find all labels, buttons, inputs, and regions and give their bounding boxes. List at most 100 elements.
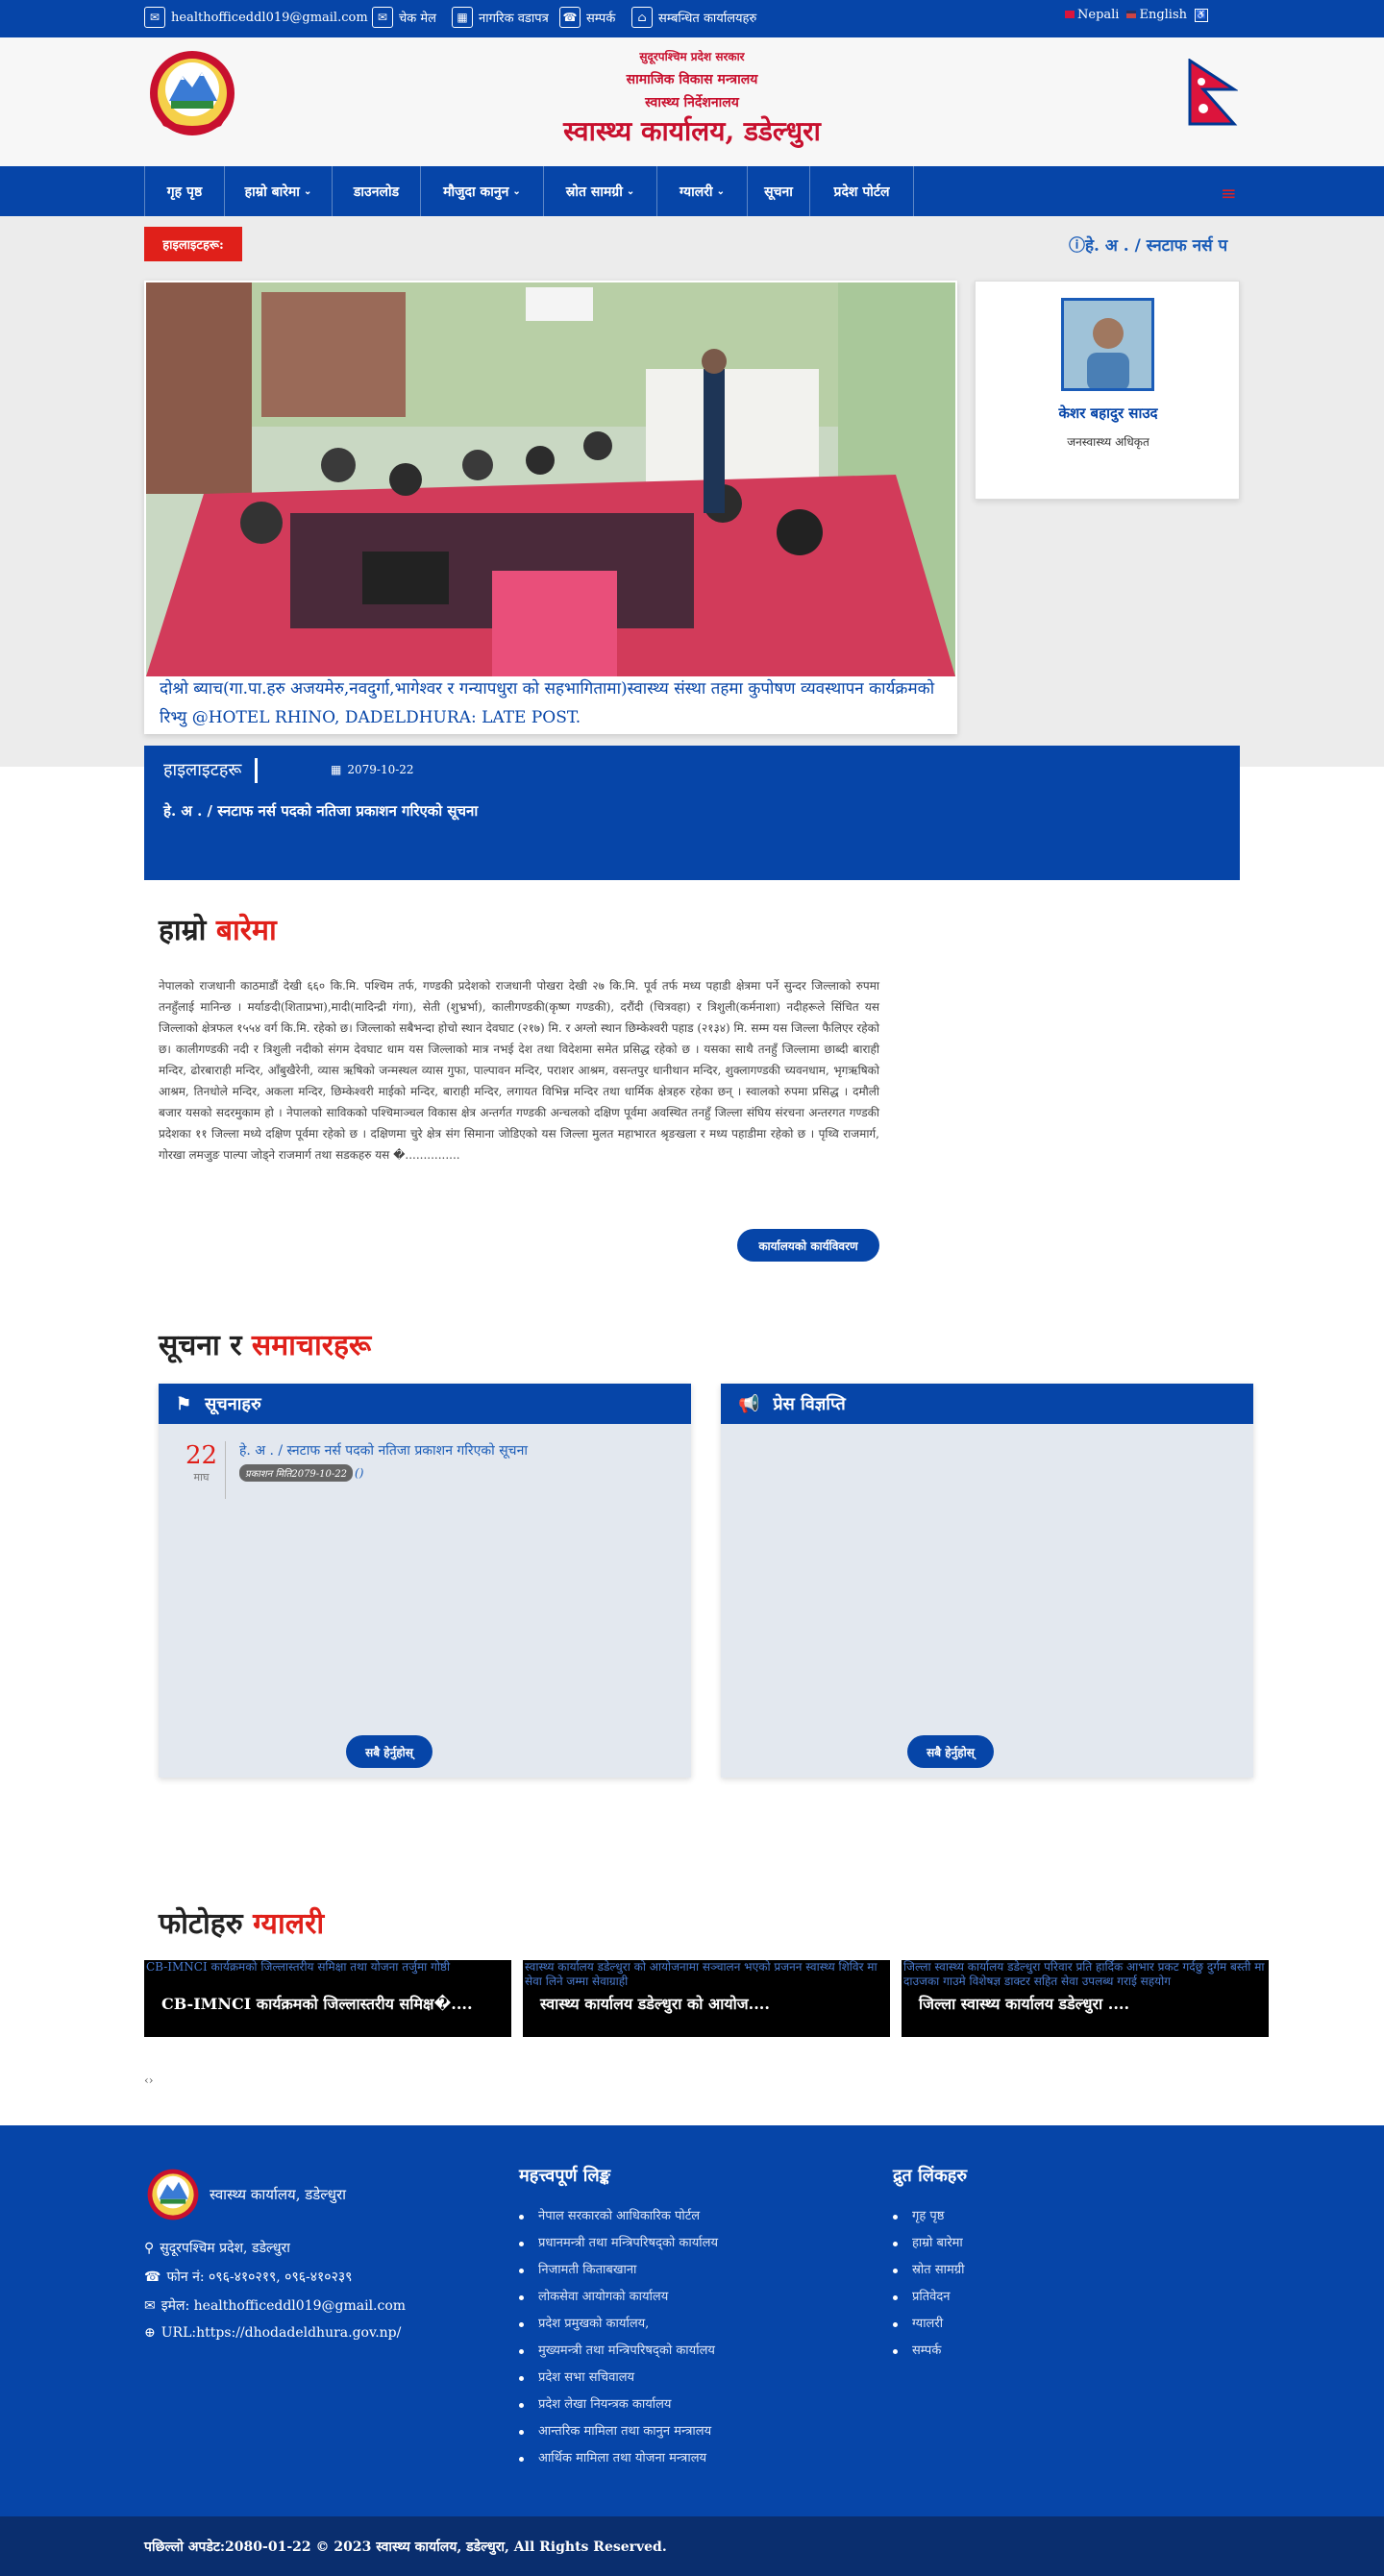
gallery-card[interactable]: जिल्ला स्वास्थ्य कार्यालय डडेल्धुरा परिव… — [902, 1960, 1269, 2037]
envelope-icon: ✉ — [144, 2297, 156, 2314]
footer-email[interactable]: ✉ इमेल: healthofficeddl019@gmail.com — [144, 2296, 406, 2315]
gallery-pager-arrows[interactable]: ‹› — [144, 2073, 154, 2087]
footer-url[interactable]: ⊕ URL:https://dhodadeldhura.gov.np/ — [144, 2325, 401, 2341]
notices-panel: ⚑ सूचनाहरु 22 माघ हे. अ . / स्नटाफ नर्स प… — [159, 1384, 691, 1778]
government-emblem-logo[interactable] — [144, 47, 240, 139]
footer-quick-link[interactable]: ग्यालरी — [893, 2311, 964, 2338]
office-activities-button[interactable]: कार्यालयको कार्यविवरण — [737, 1229, 879, 1262]
gallery-card[interactable]: CB-IMNCI कार्यक्रमको जिल्लास्तरीय समिक्ष… — [144, 1960, 511, 2037]
nav-item-home[interactable]: गृह पृष्ठ — [144, 166, 225, 216]
lang-nepali[interactable]: Nepali — [1065, 8, 1119, 22]
footer-quick-links-title: द्रुत लिंकहरु — [893, 2166, 968, 2186]
footer-address: ⚲ सुदूरपश्चिम प्रदेश, डडेल्धुरा — [144, 2240, 290, 2257]
footer-link[interactable]: लोकसेवा आयोगको कार्यालय — [519, 2284, 718, 2311]
news-section-title: सूचना र समाचारहरू — [159, 1329, 372, 1362]
home-icon: ⌂ — [631, 7, 653, 28]
gallery-caption: स्वास्थ्य कार्यालय डडेल्धुरा को आयोज.... — [540, 1995, 770, 2013]
gallery-card[interactable]: स्वास्थ्य कार्यालय डडेल्धुरा को आयोजनामा… — [523, 1960, 890, 2037]
footer-link[interactable]: प्रधानमन्त्री तथा मन्त्रिपरिषद्को कार्या… — [519, 2230, 718, 2257]
footer-link[interactable]: आर्थिक मामिला तथा योजना मन्त्रालय — [519, 2445, 718, 2472]
accessibility-icon[interactable]: ♿ — [1195, 8, 1209, 22]
highlights-tag: हाइलाइटहरू: — [144, 227, 242, 261]
site-header: सुदूरपश्चिम प्रदेश सरकार सामाजिक विकास म… — [0, 37, 1384, 166]
footer-phone: ☎ फोन नं: ०९६-४१०२१९, ०९६-४१०२३९ — [144, 2269, 353, 2286]
flag-icon: ⚑ — [176, 1393, 192, 1414]
megaphone-icon: 📢 — [738, 1393, 760, 1414]
footer-quick-link[interactable]: स्रोत सामग्री — [893, 2257, 964, 2284]
highlight-box: हाइलाइटहरू ▦ 2079-10-22 हे. अ . / स्नटाफ … — [144, 746, 1240, 880]
highlights-ticker[interactable]: ⓘहे. अ . / स्नटाफ नर्स प — [1069, 232, 1240, 256]
footer-link[interactable]: आन्तरिक मामिला तथा कानुन मन्त्रालय — [519, 2418, 718, 2445]
slider-caption[interactable]: दोश्रो ब्याच(गा.पा.हरु अजयमेरु,नवदुर्गा,… — [160, 675, 948, 732]
officer-name: केशर बहादुर साउद — [1058, 405, 1158, 422]
footer-link[interactable]: निजामती किताबखाना — [519, 2257, 718, 2284]
topbar-email[interactable]: ✉ healthofficeddl019@gmail.com — [144, 5, 368, 30]
calendar-icon: ▦ — [452, 7, 473, 28]
topbar-contact[interactable]: ☎ सम्पर्क — [559, 5, 615, 30]
officer-role: जनस्वास्थ्य अधिकृत — [1067, 435, 1149, 449]
broken-image-alt: जिल्ला स्वास्थ्य कार्यालय डडेल्धुरा परिव… — [903, 1960, 1265, 1988]
footer-quick-link[interactable]: गृह पृष्ठ — [893, 2203, 964, 2230]
about-section-title: हाम्रो बारेमा — [159, 914, 277, 947]
nav-item-gallery[interactable]: ग्यालरी ⌄ — [657, 166, 748, 216]
menu-hamburger-icon[interactable]: ≡ — [1221, 182, 1237, 205]
press-release-panel: 📢 प्रेस विज्ञप्ति सबै हेर्नुहोस् — [721, 1384, 1253, 1778]
footer-link[interactable]: प्रदेश प्रमुखको कार्यालय, — [519, 2311, 718, 2338]
nav-item-laws[interactable]: मौजुदा कानुन ⌄ — [421, 166, 544, 216]
topbar-related-offices[interactable]: ⌂ सम्बन्धित कार्यालयहरु — [631, 5, 756, 30]
footer-org-name: स्वास्थ्य कार्यालय, डडेल्धुरा — [210, 2186, 347, 2203]
publish-date-badge: प्रकाशन मिति2079-10-22 — [239, 1464, 354, 1482]
footer-link[interactable]: मुख्यमन्त्री तथा मन्त्रिपरिषद्को कार्याल… — [519, 2338, 718, 2365]
notices-view-all-button[interactable]: सबै हेर्नुहोस् — [346, 1735, 432, 1768]
chevron-down-icon: ⌄ — [512, 185, 521, 197]
notices-panel-header: ⚑ सूचनाहरु — [159, 1384, 691, 1424]
header-site-title: स्वास्थ्य कार्यालय, डडेल्धुरा — [563, 115, 821, 147]
image-slider[interactable]: दोश्रो ब्याच(गा.पा.हरु अजयमेरु,नवदुर्गा,… — [144, 281, 957, 734]
nav-item-about[interactable]: हाम्रो बारेमा ⌄ — [225, 166, 333, 216]
footer-important-links: नेपाल सरकारको आधिकारिक पोर्टल प्रधानमन्त… — [519, 2203, 718, 2472]
topbar-check-mail[interactable]: ✉ चेक मेल — [372, 5, 436, 30]
lang-english[interactable]: English — [1126, 8, 1187, 22]
main-navigation: गृह पृष्ठ हाम्रो बारेमा ⌄ डाउनलोड मौजुदा … — [0, 166, 1384, 216]
chevron-down-icon: ⌄ — [716, 185, 725, 197]
language-switcher: Nepali English ♿ — [1065, 8, 1209, 22]
footer-quick-link[interactable]: सम्पर्क — [893, 2338, 964, 2365]
gallery-section-title: फोटोहरु ग्यालरी — [159, 1907, 325, 1941]
officer-avatar — [1061, 298, 1154, 391]
footer-link[interactable]: प्रदेश लेखा नियन्त्रक कार्यालय — [519, 2392, 718, 2418]
nav-item-download[interactable]: डाउनलोड — [333, 166, 421, 216]
topbar-citizen-charter[interactable]: ▦ नागरिक वडापत्र — [452, 5, 549, 30]
chevron-down-icon: ⌄ — [626, 185, 635, 197]
broken-image-alt: CB-IMNCI कार्यक्रमको जिल्लास्तरीय समिक्ष… — [146, 1960, 451, 1974]
highlight-box-link[interactable]: हे. अ . / स्नटाफ नर्स पदको नतिजा प्रकाशन… — [163, 801, 478, 821]
calendar-icon: ▦ — [331, 763, 342, 776]
header-line-province: सुदूरपश्चिम प्रदेश सरकार — [639, 50, 745, 63]
notice-title-link[interactable]: हे. अ . / स्नटाफ नर्स पदको नतिजा प्रकाशन… — [239, 1441, 528, 1460]
phone-icon: ☎ — [144, 2269, 161, 2285]
nav-item-resources[interactable]: स्रोत सामग्री ⌄ — [544, 166, 657, 216]
nepal-flag-icon — [1065, 11, 1075, 18]
top-bar: ✉ healthofficeddl019@gmail.com ✉ चेक मेल… — [0, 0, 1384, 37]
footer-link[interactable]: प्रदेश सभा सचिवालय — [519, 2365, 718, 2392]
envelope-icon: ✉ — [144, 7, 165, 28]
globe-icon: ⊕ — [144, 2325, 156, 2341]
slider-photo — [146, 282, 955, 676]
notice-meta: प्रकाशन मिति2079-10-22 () — [239, 1464, 363, 1482]
nepal-flag-image — [1188, 59, 1238, 126]
copyright-text: पछिल्लो अपडेट:2080-01-22 © 2023 स्वास्थ्… — [144, 2539, 667, 2555]
nav-item-province-portal[interactable]: प्रदेश पोर्टल — [810, 166, 914, 216]
highlight-box-date: ▦ 2079-10-22 — [331, 763, 414, 776]
phone-icon: ☎ — [559, 7, 581, 28]
footer-quick-links: गृह पृष्ठ हाम्रो बारेमा स्रोत सामग्री प्… — [893, 2203, 964, 2365]
footer-link[interactable]: नेपाल सरकारको आधिकारिक पोर्टल — [519, 2203, 718, 2230]
highlight-box-label: हाइलाइटहरू — [163, 758, 259, 783]
header-line-directorate: स्वास्थ्य निर्देशनालय — [645, 95, 739, 110]
footer-quick-link[interactable]: प्रतिवेदन — [893, 2284, 964, 2311]
footer-quick-link[interactable]: हाम्रो बारेमा — [893, 2230, 964, 2257]
info-icon: ⓘ — [1069, 236, 1085, 256]
press-view-all-button[interactable]: सबै हेर्नुहोस् — [907, 1735, 994, 1768]
gallery-caption: जिल्ला स्वास्थ्य कार्यालय डडेल्धुरा .... — [919, 1995, 1130, 2013]
broken-image-alt: स्वास्थ्य कार्यालय डडेल्धुरा को आयोजनामा… — [525, 1960, 877, 1988]
notice-date: 22 माघ — [178, 1441, 226, 1499]
nav-item-notice[interactable]: सूचना — [748, 166, 810, 216]
